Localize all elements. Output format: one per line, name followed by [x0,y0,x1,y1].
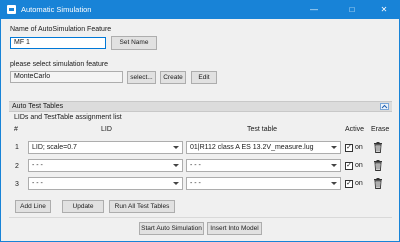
column-header-active: Active [345,126,365,133]
test-table-select[interactable]: - - - [186,159,341,172]
active-checkbox-label: on [355,144,363,151]
add-line-button[interactable]: Add Line [15,200,51,213]
column-header-erase: Erase [371,126,390,133]
trash-icon[interactable] [373,160,383,171]
insert-into-model-button[interactable]: Insert Into Model [207,222,262,235]
lid-select[interactable]: LID; scale=0.7 [28,141,183,154]
test-table-select-value: 01|R112 class A ES 13.2V_measure.lug [190,144,314,151]
active-checkbox-label: on [355,162,363,169]
row-number: 1 [15,144,19,151]
active-checkbox-label: on [355,180,363,187]
lid-select-value: - - - [32,180,43,187]
lid-select[interactable]: - - - [28,159,183,172]
simulation-feature-label: please select simulation feature [10,61,109,68]
active-checkbox[interactable]: ✓ [345,162,353,170]
automatic-simulation-window: Automatic Simulation — □ ✕ Name of AutoS… [0,0,400,242]
trash-icon[interactable] [373,142,383,153]
maximize-icon[interactable]: □ [339,1,365,19]
run-all-test-tables-button[interactable]: Run All Test Tables [109,200,175,213]
chevron-down-icon [173,146,179,149]
chevron-up-icon [381,104,388,109]
start-auto-simulation-button[interactable]: Start Auto Simulation [139,222,204,235]
close-icon[interactable]: ✕ [371,1,397,19]
feature-name-input[interactable]: MF 1 [10,37,106,49]
chevron-down-icon [173,164,179,167]
title-bar[interactable]: Automatic Simulation — □ ✕ [1,1,399,19]
collapse-chevron-icon[interactable] [380,103,389,110]
active-checkbox[interactable]: ✓ [345,180,353,188]
row-number: 2 [15,163,19,170]
auto-test-tables-title: Auto Test Tables [12,103,64,110]
window-title: Automatic Simulation [21,5,92,14]
minimize-icon[interactable]: — [301,1,327,19]
chevron-down-icon [331,146,337,149]
chevron-down-icon [331,182,337,185]
select-feature-button[interactable]: select... [127,71,156,84]
test-table-select-value: - - - [190,162,201,169]
lid-select[interactable]: - - - [28,177,183,190]
simulation-feature-input[interactable]: MonteCarlo [10,71,123,83]
column-header-test-table: Test table [247,126,277,133]
lid-select-value: - - - [32,162,43,169]
test-table-select[interactable]: - - - [186,177,341,190]
feature-name-label: Name of AutoSimulation Feature [10,26,112,33]
edit-feature-button[interactable]: Edit [191,71,217,84]
divider [9,217,392,218]
column-header-num: # [14,126,18,133]
column-header-lid: LID [101,126,112,133]
update-button[interactable]: Update [62,200,104,213]
lid-select-value: LID; scale=0.7 [32,144,77,151]
chevron-down-icon [331,164,337,167]
create-feature-button[interactable]: Create [160,71,186,84]
chevron-down-icon [173,182,179,185]
row-number: 3 [15,181,19,188]
active-checkbox[interactable]: ✓ [345,144,353,152]
auto-test-tables-header[interactable]: Auto Test Tables [9,101,392,112]
test-table-select-value: - - - [190,180,201,187]
app-window-icon [7,5,16,14]
assignment-list-title: LIDs and TestTable assignment list [14,114,122,121]
set-name-button[interactable]: Set Name [111,36,157,50]
test-table-select[interactable]: 01|R112 class A ES 13.2V_measure.lug [186,141,341,154]
trash-icon[interactable] [373,178,383,189]
